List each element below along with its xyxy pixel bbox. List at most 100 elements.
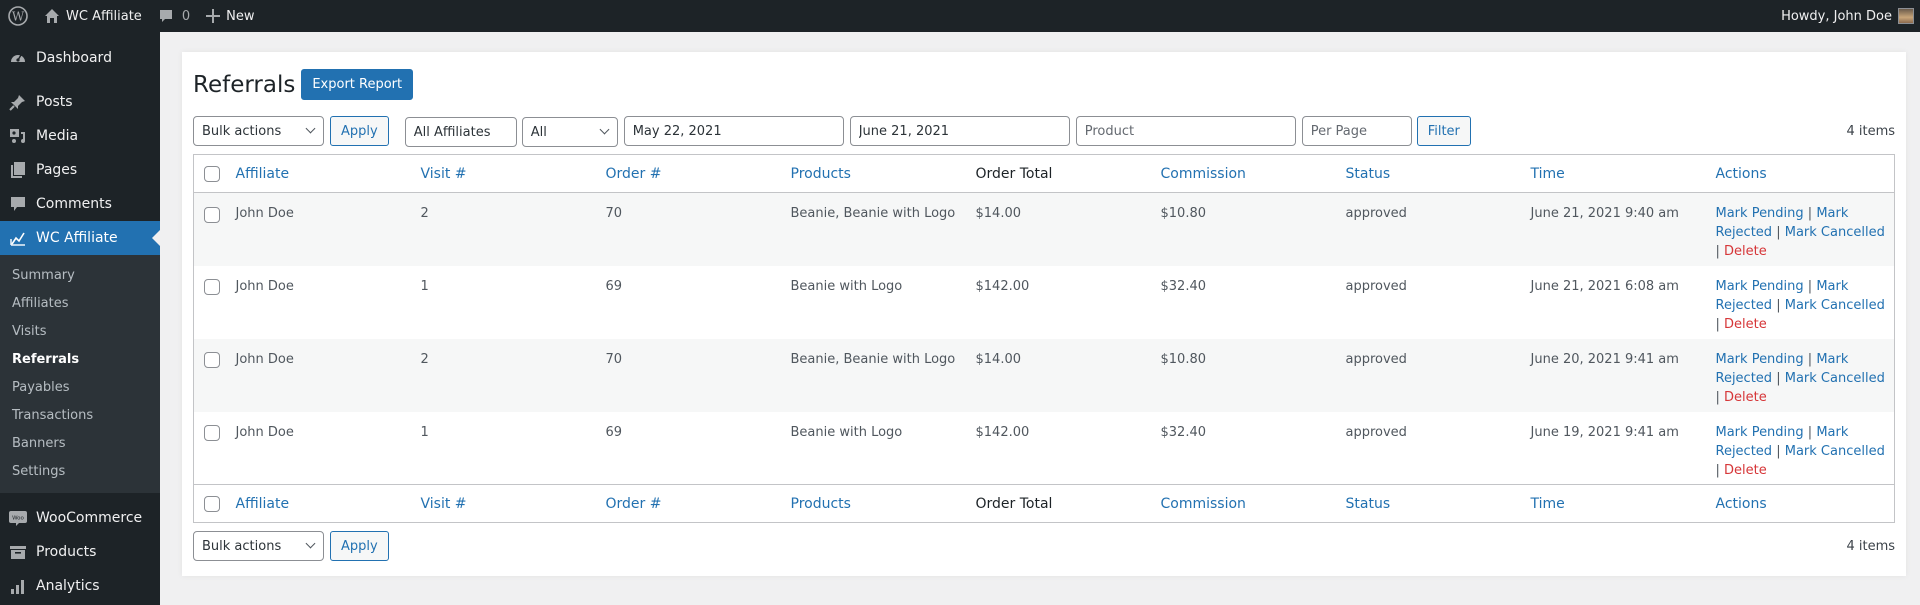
bulk-actions-select[interactable]: Bulk actions	[193, 116, 324, 146]
submenu-affiliates[interactable]: Affiliates	[0, 290, 160, 318]
delete-link[interactable]: Delete	[1724, 463, 1767, 478]
archive-icon	[8, 542, 28, 562]
cell-order-link[interactable]: 70	[598, 193, 783, 266]
column-header-commission[interactable]: Commission	[1153, 155, 1338, 193]
column-footer-commission[interactable]: Commission	[1153, 485, 1338, 523]
mark-pending-link[interactable]: Mark Pending	[1716, 206, 1804, 221]
delete-link[interactable]: Delete	[1724, 244, 1767, 259]
menu-label: WooCommerce	[36, 510, 143, 526]
select-all-checkbox[interactable]	[204, 165, 220, 182]
menu-label: Dashboard	[36, 50, 112, 66]
status-select[interactable]: All	[521, 117, 618, 147]
menu-products[interactable]: Products	[0, 535, 160, 569]
cell-visit-link[interactable]: 1	[413, 266, 598, 339]
bulk-actions-value: Bulk actions	[202, 538, 282, 554]
submenu-summary[interactable]: Summary	[0, 262, 160, 290]
menu-label: WC Affiliate	[36, 230, 118, 246]
menu-pages[interactable]: Pages	[0, 153, 160, 187]
menu-media[interactable]: Media	[0, 119, 160, 153]
column-footer-actions[interactable]: Actions	[1708, 485, 1895, 523]
column-footer-status[interactable]: Status	[1338, 485, 1523, 523]
woo-icon: Woo	[8, 508, 28, 528]
mark-cancelled-link[interactable]: Mark Cancelled	[1785, 298, 1885, 313]
bottom-bulk-bar: Bulk actions Apply 4 items	[193, 531, 1895, 561]
site-name-link[interactable]: WC Affiliate	[36, 0, 150, 32]
table-row: John Doe 2 70 Beanie, Beanie with Logo $…	[193, 338, 1895, 412]
row-checkbox[interactable]	[204, 352, 220, 368]
column-header-visit[interactable]: Visit #	[413, 155, 598, 193]
submenu-visits[interactable]: Visits	[0, 318, 160, 346]
my-account-link[interactable]: Howdy, John Doe	[1773, 0, 1920, 32]
cell-order-total: $142.00	[975, 424, 1030, 440]
mark-pending-link[interactable]: Mark Pending	[1716, 425, 1804, 440]
menu-analytics[interactable]: Analytics	[0, 569, 160, 603]
column-footer-order[interactable]: Order #	[598, 485, 783, 523]
menu-dashboard[interactable]: Dashboard	[0, 41, 160, 75]
cell-order-link[interactable]: 69	[598, 412, 783, 485]
dashboard-icon	[8, 48, 28, 68]
mark-pending-link[interactable]: Mark Pending	[1716, 279, 1804, 294]
wordpress-logo-button[interactable]: W	[0, 0, 36, 32]
cell-status: approved	[1345, 278, 1407, 294]
row-select-cell	[194, 412, 228, 485]
mark-cancelled-link[interactable]: Mark Cancelled	[1785, 444, 1885, 459]
row-checkbox[interactable]	[204, 425, 220, 441]
table-footer-row: Affiliate Visit # Order # Products Order…	[193, 484, 1895, 523]
chevron-down-icon	[305, 123, 316, 134]
cell-order-link[interactable]: 70	[598, 339, 783, 412]
affiliate-select[interactable]: All Affiliates	[404, 117, 517, 147]
column-header-order[interactable]: Order #	[598, 155, 783, 193]
cell-order-link[interactable]: 69	[598, 266, 783, 339]
delete-link[interactable]: Delete	[1724, 390, 1767, 405]
export-report-button[interactable]: Export Report	[301, 69, 414, 100]
column-header-actions[interactable]: Actions	[1708, 155, 1895, 193]
table-row: John Doe 1 69 Beanie with Logo $142.00 $…	[194, 412, 1895, 485]
cell-visit-link[interactable]: 2	[413, 339, 598, 412]
cell-visit-link[interactable]: 1	[413, 412, 598, 485]
apply-button[interactable]: Apply	[330, 116, 389, 146]
cell-commission: $32.40	[1160, 424, 1207, 440]
select-all-checkbox-footer[interactable]	[204, 495, 220, 512]
column-footer-products[interactable]: Products	[783, 485, 968, 523]
menu-posts[interactable]: Posts	[0, 85, 160, 119]
menu-label: Pages	[36, 162, 78, 178]
delete-link[interactable]: Delete	[1724, 317, 1767, 332]
submenu-transactions[interactable]: Transactions	[0, 402, 160, 430]
column-footer-affiliate[interactable]: Affiliate	[228, 485, 413, 523]
new-content-link[interactable]: New	[198, 0, 262, 32]
bulk-actions-select-bottom[interactable]: Bulk actions	[193, 531, 324, 561]
product-input[interactable]	[1075, 116, 1296, 146]
comments-link[interactable]: 0	[150, 0, 198, 32]
date-to-input[interactable]	[849, 116, 1070, 146]
greeting: Howdy, John Doe	[1781, 8, 1892, 24]
submenu-banners[interactable]: Banners	[0, 430, 160, 458]
menu-woocommerce[interactable]: Woo WooCommerce	[0, 501, 160, 535]
mark-pending-link[interactable]: Mark Pending	[1716, 352, 1804, 367]
column-header-products[interactable]: Products	[783, 155, 968, 193]
column-header-status[interactable]: Status	[1338, 155, 1523, 193]
submenu-referrals[interactable]: Referrals	[0, 346, 160, 374]
filter-button[interactable]: Filter	[1416, 116, 1471, 146]
column-header-time[interactable]: Time	[1523, 155, 1708, 193]
date-from-input[interactable]	[623, 116, 844, 146]
row-checkbox[interactable]	[204, 206, 220, 223]
mark-cancelled-link[interactable]: Mark Cancelled	[1785, 371, 1885, 386]
cell-order-total: $142.00	[975, 278, 1030, 294]
submenu-settings[interactable]: Settings	[0, 458, 160, 486]
apply-button-bottom[interactable]: Apply	[330, 531, 389, 561]
column-footer-visit[interactable]: Visit #	[413, 485, 598, 523]
wc-affiliate-submenu: Summary Affiliates Visits Referrals Paya…	[0, 255, 160, 493]
row-checkbox[interactable]	[204, 279, 220, 295]
mark-cancelled-link[interactable]: Mark Cancelled	[1785, 225, 1885, 240]
column-footer-time[interactable]: Time	[1523, 485, 1708, 523]
column-header-affiliate[interactable]: Affiliate	[228, 155, 413, 193]
submenu-payables[interactable]: Payables	[0, 374, 160, 402]
menu-wc-affiliate[interactable]: WC Affiliate	[0, 221, 160, 255]
cell-status: approved	[1345, 424, 1407, 440]
chevron-down-icon	[305, 538, 316, 549]
menu-comments[interactable]: Comments	[0, 187, 160, 221]
column-footer-order-total: Order Total	[975, 495, 1053, 512]
cell-visit-link[interactable]: 2	[413, 193, 598, 266]
cell-commission: $10.80	[1160, 206, 1207, 221]
per-page-input[interactable]	[1301, 116, 1412, 146]
